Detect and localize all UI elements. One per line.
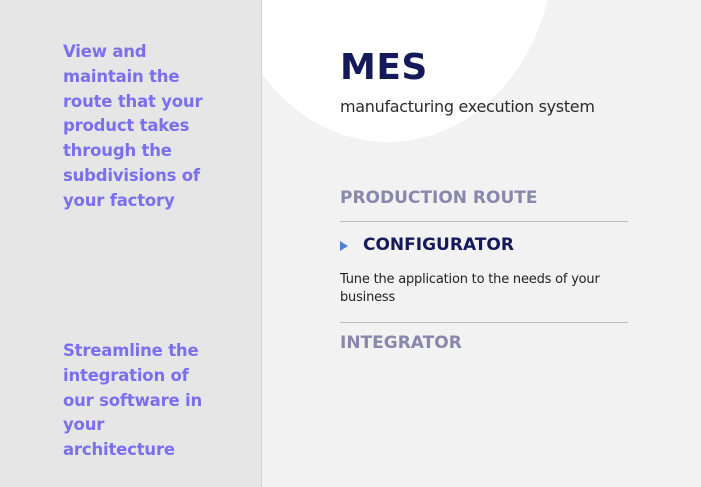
menu-item-integrator[interactable]: INTEGRATOR [340, 331, 462, 355]
route-description-text: View and maintain the route that your pr… [63, 42, 203, 210]
left-info-panel: View and maintain the route that your pr… [0, 0, 262, 487]
brand-subtitle: manufacturing execution system [340, 97, 595, 116]
menu-item-production-route[interactable]: PRODUCTION ROUTE [340, 186, 537, 210]
app-page: View and maintain the route that your pr… [0, 0, 701, 487]
brand-title: MES [340, 47, 428, 88]
configurator-label: CONFIGURATOR [363, 235, 514, 255]
integration-description-text: Streamline the integration of our softwa… [63, 341, 203, 460]
menu-divider [340, 221, 628, 222]
play-arrow-icon [340, 240, 348, 251]
configurator-description: Tune the application to the needs of you… [340, 272, 600, 305]
menu-divider [340, 322, 628, 323]
menu-item-configurator[interactable]: CONFIGURATOR [340, 233, 514, 257]
